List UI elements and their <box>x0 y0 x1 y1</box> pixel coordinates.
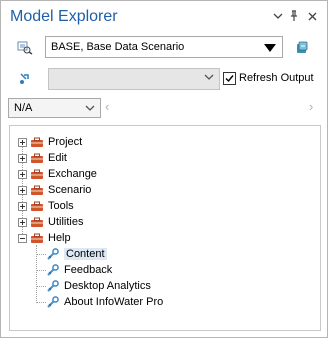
tree-node-feedback[interactable]: Feedback <box>46 262 112 278</box>
tree-node-about[interactable]: About InfoWater Pro <box>46 294 163 310</box>
scenario-row: BASE, Base Data Scenario <box>1 35 327 61</box>
tree-node-scenario[interactable]: Scenario <box>18 182 91 198</box>
wrench-icon <box>47 296 59 308</box>
scenario-select[interactable]: BASE, Base Data Scenario <box>45 36 283 58</box>
chevron-down-icon <box>85 105 95 111</box>
tree-node-label: Tools <box>48 200 74 212</box>
title-bar: Model Explorer <box>1 1 327 33</box>
toolbox-icon <box>31 201 43 211</box>
filter-row: N/A ‹ › <box>1 97 327 119</box>
tree-node-label: Exchange <box>48 168 97 180</box>
expand-icon[interactable] <box>18 217 27 227</box>
filter-select-value: N/A <box>14 102 33 114</box>
tree-node-content[interactable]: Content <box>46 246 107 262</box>
tree-node-desktop-analytics[interactable]: Desktop Analytics <box>46 278 151 294</box>
panel-title: Model Explorer <box>10 8 118 25</box>
toolbox-icon <box>31 185 43 195</box>
tree-connector <box>36 254 46 255</box>
tree-node-label: Scenario <box>48 184 92 196</box>
output-icon[interactable] <box>16 70 34 88</box>
scenario-manager-icon[interactable] <box>293 39 311 57</box>
output-row: Refresh Output <box>1 67 327 93</box>
expand-icon[interactable] <box>18 137 27 147</box>
close-icon[interactable] <box>305 9 319 23</box>
tree-node-label: About InfoWater Pro <box>64 296 164 308</box>
refresh-output-checkbox[interactable] <box>223 72 236 85</box>
scroll-left-icon[interactable]: ‹ <box>105 99 109 114</box>
tree-node-edit[interactable]: Edit <box>18 150 67 166</box>
toolbox-icon <box>31 137 43 147</box>
tree-node-label: Feedback <box>64 264 113 276</box>
expand-icon[interactable] <box>18 201 27 211</box>
scenario-select-value: BASE, Base Data Scenario <box>51 41 185 53</box>
tree-connector <box>36 270 46 271</box>
tree-node-label: Edit <box>48 152 67 164</box>
checkmark-icon <box>225 75 234 83</box>
output-select[interactable] <box>48 68 220 90</box>
tree-node-label: Help <box>48 232 71 244</box>
tree-node-utilities[interactable]: Utilities <box>18 214 83 230</box>
pin-icon[interactable] <box>287 9 301 23</box>
tree-connector <box>36 302 46 303</box>
chevron-down-icon <box>204 74 214 80</box>
chevron-down-icon[interactable] <box>271 9 285 23</box>
toolbox-icon <box>31 153 43 163</box>
wrench-icon <box>47 248 59 260</box>
collapse-icon[interactable] <box>18 233 27 243</box>
expand-icon[interactable] <box>18 185 27 195</box>
toolbox-icon <box>31 169 43 179</box>
model-tree: Project Edit Exchange Scenario Tools Uti… <box>9 125 321 331</box>
scroll-right-icon[interactable]: › <box>309 99 313 114</box>
model-explorer-panel: Model Explorer BASE, Base Data Scenario <box>0 0 328 338</box>
tree-node-exchange[interactable]: Exchange <box>18 166 97 182</box>
tree-node-tools[interactable]: Tools <box>18 198 74 214</box>
expand-icon[interactable] <box>18 153 27 163</box>
tree-node-label: Utilities <box>48 216 84 228</box>
expand-icon[interactable] <box>18 169 27 179</box>
toolbox-icon <box>31 233 43 243</box>
filter-select[interactable]: N/A <box>8 98 101 118</box>
toolbox-icon <box>31 217 43 227</box>
wrench-icon <box>47 264 59 276</box>
tree-node-label: Desktop Analytics <box>64 280 151 292</box>
refresh-output-label: Refresh Output <box>239 72 314 84</box>
wrench-icon <box>47 280 59 292</box>
tree-connector <box>36 286 46 287</box>
scenario-explorer-icon[interactable] <box>16 39 34 57</box>
tree-node-project[interactable]: Project <box>18 134 82 150</box>
tree-node-label: Project <box>48 136 83 148</box>
tree-node-help[interactable]: Help <box>18 230 71 246</box>
tree-node-label: Content <box>64 248 107 260</box>
dropdown-arrow-icon <box>264 44 276 52</box>
